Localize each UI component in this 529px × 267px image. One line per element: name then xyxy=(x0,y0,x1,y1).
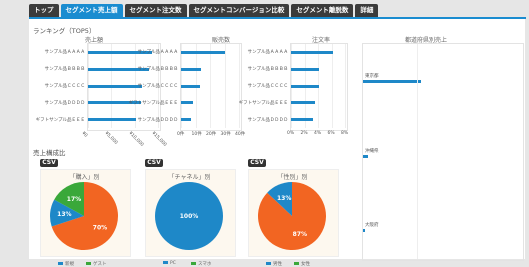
bar xyxy=(88,118,136,122)
legend-swatch xyxy=(191,262,196,265)
axis-tick-label: 0件 xyxy=(177,132,185,137)
bar-category-label: サンプル品ＣＣＣＣ xyxy=(137,84,178,89)
csv-download-button[interactable]: CSV xyxy=(248,159,266,167)
bar xyxy=(291,67,320,71)
legend-item: ゲスト xyxy=(86,261,107,267)
tab-segment-sales[interactable]: セグメント売上額 xyxy=(60,4,123,17)
bar xyxy=(363,79,421,83)
csv-download-button[interactable]: CSV xyxy=(145,159,163,167)
gridline xyxy=(224,44,226,128)
bar xyxy=(363,154,369,158)
csv-download-button[interactable]: CSV xyxy=(40,159,58,167)
pie-chart: 70% 13% 17% xyxy=(50,182,118,250)
tab-segment-orders[interactable]: セグメント注文数 xyxy=(124,4,187,17)
pie-slice-label: 70% xyxy=(93,225,107,232)
axis-tick-label: 40件 xyxy=(235,132,246,137)
bar xyxy=(88,84,143,88)
axis-tick-label: 4% xyxy=(314,131,322,136)
legend-label: PC xyxy=(170,261,176,266)
legend-swatch xyxy=(86,262,91,265)
tab-top[interactable]: トップ xyxy=(29,4,59,17)
bar-category-label: ギフトサンプル品ＥＥＥ xyxy=(238,100,288,106)
legend-item: スマホ xyxy=(191,261,211,267)
legend-label: 男性 xyxy=(273,262,282,267)
legend-swatch xyxy=(163,261,168,264)
legend-item: 男性 xyxy=(266,261,282,267)
prefecture-label: 東京都 xyxy=(365,74,379,79)
axis-tick-label: 30件 xyxy=(220,132,231,137)
bar xyxy=(181,50,225,54)
axis-tick-label: 8% xyxy=(341,131,349,136)
bar xyxy=(181,101,193,105)
legend-item: PC xyxy=(163,261,176,266)
legend-label: 女性 xyxy=(301,262,310,267)
composition-heading: 売上構成比 xyxy=(33,149,66,157)
gridline xyxy=(417,44,418,259)
tab-bar: トップ セグメント売上額 セグメント注文数 セグメントコンバージョン比較 セグメ… xyxy=(29,4,380,17)
bar-category-label: サンプル品ＢＢＢＢ xyxy=(247,67,288,73)
bar-category-label: サンプル品ＤＤＤＤ xyxy=(247,117,288,123)
pie-slice-label: 17% xyxy=(67,196,81,203)
bar xyxy=(291,118,314,122)
content-panel: ランキング（TOP5） 売上額 販売数 注文率 都道府県別売上 売上構成比 ¥0… xyxy=(29,19,525,267)
pie-slice-label: 100% xyxy=(180,213,199,220)
legend-swatch xyxy=(58,262,63,265)
bar-category-label: サンプル品ＣＣＣＣ xyxy=(247,84,288,89)
bar xyxy=(291,84,319,88)
bar xyxy=(181,118,192,122)
legend-label: 新規 xyxy=(65,262,74,267)
bar-category-label: サンプル品ＢＢＢＢ xyxy=(44,67,85,73)
bar xyxy=(291,101,316,105)
legend-swatch xyxy=(266,262,271,265)
pie-slice-label: 13% xyxy=(277,195,291,202)
axis-tick-label: ¥10,000 xyxy=(127,131,144,148)
gridline xyxy=(345,44,346,128)
bar-category-label: サンプル品ＢＢＢＢ xyxy=(137,67,178,73)
legend-label: ゲスト xyxy=(93,262,107,267)
axis-tick-label: 20件 xyxy=(206,132,217,137)
legend-item: 新規 xyxy=(58,261,74,267)
bar-category-label: サンプル品ＣＣＣＣ xyxy=(44,84,85,89)
tab-details[interactable]: 詳細 xyxy=(355,4,379,17)
legend-swatch xyxy=(294,262,299,265)
axis-tick-label: 10件 xyxy=(191,132,202,137)
tab-segment-exits[interactable]: セグメント離脱数 xyxy=(291,4,354,17)
bar xyxy=(181,84,200,88)
bar-category-label: サンプル品ＡＡＡＡ xyxy=(44,50,85,56)
axis-tick-label: ¥15,000 xyxy=(150,131,168,148)
axis-tick-label: 0% xyxy=(287,131,295,136)
bar-category-label: ギフトサンプル品ＥＥＥ xyxy=(128,100,178,106)
pie-slice-label: 13% xyxy=(57,211,71,218)
legend-item: 女性 xyxy=(294,261,310,267)
prefecture-label: 大阪府 xyxy=(365,223,379,228)
prefecture-chart xyxy=(362,43,524,261)
bar-category-label: ギフトサンプル品ＥＥＥ xyxy=(35,117,85,123)
bar xyxy=(363,228,365,232)
axis-tick-label: ¥5,000 xyxy=(103,131,119,146)
tab-segment-conversion[interactable]: セグメントコンバージョン比較 xyxy=(188,4,290,17)
pie-slice-label: 87% xyxy=(293,231,307,238)
bar xyxy=(181,67,202,71)
ranking-heading: ランキング（TOP5） xyxy=(33,27,96,35)
pie-chart: 87% 13% xyxy=(258,182,326,250)
bar-category-label: サンプル品ＡＡＡＡ xyxy=(247,50,288,56)
gridline xyxy=(239,44,240,128)
bar-category-label: サンプル品ＤＤＤＤ xyxy=(137,117,178,123)
axis-tick-label: 2% xyxy=(300,131,308,136)
axis-tick-label: ¥0 xyxy=(80,131,89,139)
pie-chart: 100% xyxy=(155,182,223,250)
gridline xyxy=(210,44,211,128)
bar-category-label: サンプル品ＤＤＤＤ xyxy=(44,100,85,106)
axis-tick-label: 6% xyxy=(327,131,335,136)
bar-category-label: サンプル品ＡＡＡＡ xyxy=(137,50,178,56)
gridline xyxy=(331,44,333,128)
bar xyxy=(291,50,333,54)
legend-label: スマホ xyxy=(198,262,212,267)
prefecture-label: 沖縄県 xyxy=(365,149,379,154)
